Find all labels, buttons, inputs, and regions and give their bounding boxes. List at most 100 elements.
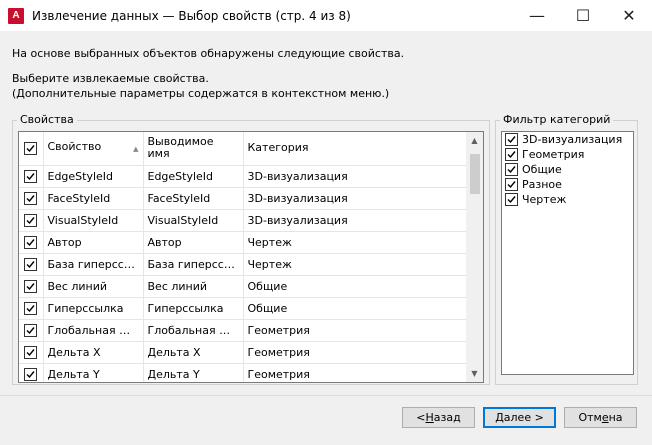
info-context-menu: (Дополнительные параметры содержатся в к… — [12, 87, 390, 100]
filter-item[interactable]: Чертеж — [502, 192, 633, 207]
row-checkbox-cell[interactable] — [19, 275, 44, 298]
next-button[interactable]: Далее > — [483, 407, 556, 428]
properties-scrollbar[interactable]: ▲ ▼ — [466, 132, 483, 382]
table-row[interactable]: Глобальная шир...Глобальная шир...Геомет… — [19, 319, 468, 342]
row-checkbox-cell[interactable] — [19, 319, 44, 342]
filter-checkbox[interactable] — [505, 163, 518, 176]
column-header-category[interactable]: Категория — [243, 132, 468, 166]
title-bar: A Извлечение данных — Выбор свойств (стр… — [0, 0, 652, 31]
table-row[interactable]: Дельта Y Дельта Y Геометрия — [19, 363, 468, 382]
filter-item-label: Общие — [522, 163, 562, 176]
row-checkbox-cell[interactable] — [19, 297, 44, 320]
back-button[interactable]: < Назад — [402, 407, 475, 428]
cell-property: FaceStyleId — [43, 187, 144, 210]
row-checkbox-cell[interactable] — [19, 341, 44, 364]
row-checkbox[interactable] — [24, 279, 38, 293]
table-row[interactable]: Гиперссылка Гиперссылка Общие — [19, 297, 468, 320]
cell-category: Чертеж — [243, 231, 468, 254]
cell-display-name[interactable]: Вес линий — [143, 275, 244, 298]
header-check-all[interactable] — [19, 132, 44, 166]
row-checkbox-cell[interactable] — [19, 253, 44, 276]
cell-category: Геометрия — [243, 319, 468, 342]
row-checkbox-cell[interactable] — [19, 187, 44, 210]
close-button[interactable]: ✕ — [606, 0, 652, 31]
filter-item-label: 3D-визуализация — [522, 133, 623, 146]
filter-item[interactable]: Разное — [502, 177, 633, 192]
cell-display-name[interactable]: Дельта Y — [143, 363, 244, 382]
table-row[interactable]: Дельта X Дельта X Геометрия — [19, 341, 468, 364]
table-row[interactable]: Вес линий Вес линий Общие — [19, 275, 468, 298]
row-checkbox[interactable] — [24, 257, 38, 271]
sort-ascending-icon: ▲ — [133, 145, 139, 154]
row-checkbox[interactable] — [24, 191, 38, 205]
row-checkbox[interactable] — [24, 323, 38, 337]
row-checkbox-cell[interactable] — [19, 209, 44, 232]
cell-property: Вес линий — [43, 275, 144, 298]
row-checkbox[interactable] — [24, 345, 38, 359]
autocad-app-icon: A — [8, 7, 24, 24]
row-checkbox-cell[interactable] — [19, 363, 44, 382]
table-row[interactable]: Автор Автор Чертеж — [19, 231, 468, 254]
scroll-thumb[interactable] — [470, 154, 480, 194]
properties-table[interactable]: Свойство ▲ Выводимое имя Категория EdgeSty… — [18, 131, 484, 383]
cell-property: База гиперссыл... — [43, 253, 144, 276]
table-row[interactable]: FaceStyleId FaceStyleId 3D-визуализация — [19, 187, 468, 210]
row-checkbox[interactable] — [24, 235, 38, 249]
filter-checkbox[interactable] — [505, 178, 518, 191]
table-row[interactable]: EdgeStyleId EdgeStyleId 3D-визуализация — [19, 165, 468, 188]
table-header-row: Свойство ▲ Выводимое имя Категория — [19, 132, 468, 166]
cell-property: Дельта Y — [43, 363, 144, 382]
cell-display-name[interactable]: Автор — [143, 231, 244, 254]
cell-property: VisualStyleId — [43, 209, 144, 232]
filter-item-label: Разное — [522, 178, 562, 191]
cell-display-name[interactable]: EdgeStyleId — [143, 165, 244, 188]
cell-display-name[interactable]: Дельта X — [143, 341, 244, 364]
cell-property: Гиперссылка — [43, 297, 144, 320]
scroll-down-icon[interactable]: ▼ — [466, 365, 483, 382]
filter-checkbox[interactable] — [505, 148, 518, 161]
close-icon: ✕ — [622, 6, 636, 25]
cell-property: Глобальная шир... — [43, 319, 144, 342]
cell-category: Геометрия — [243, 363, 468, 382]
column-header-property[interactable]: Свойство ▲ — [43, 132, 144, 166]
row-checkbox[interactable] — [24, 213, 38, 227]
minimize-button[interactable]: — — [514, 0, 560, 31]
filter-checkbox[interactable] — [505, 193, 518, 206]
category-filter-group: Фильтр категорий 3D-визуализация Геометри… — [495, 113, 638, 385]
row-checkbox[interactable] — [24, 169, 38, 183]
cell-category: 3D-визуализация — [243, 187, 468, 210]
table-row[interactable]: VisualStyleId VisualStyleId 3D-визуализаци… — [19, 209, 468, 232]
row-checkbox-cell[interactable] — [19, 165, 44, 188]
cell-display-name[interactable]: Глобальная шир... — [143, 319, 244, 342]
check-all-checkbox[interactable] — [24, 141, 38, 155]
cell-display-name[interactable]: FaceStyleId — [143, 187, 244, 210]
cell-category: Общие — [243, 297, 468, 320]
cell-display-name[interactable]: База гиперссыл... — [143, 253, 244, 276]
cancel-button[interactable]: Отм е на — [564, 407, 637, 428]
row-checkbox[interactable] — [24, 301, 38, 315]
column-header-display-name[interactable]: Выводимое имя — [143, 132, 244, 166]
filter-item-label: Чертеж — [522, 193, 567, 206]
filter-item[interactable]: Общие — [502, 162, 633, 177]
scroll-up-icon[interactable]: ▲ — [466, 132, 483, 149]
cell-display-name[interactable]: Гиперссылка — [143, 297, 244, 320]
category-filter-list: 3D-визуализация Геометрия Общие Разное Черте… — [501, 131, 634, 375]
maximize-button[interactable]: ☐ — [560, 0, 606, 31]
window-title: Извлечение данных — Выбор свойств (стр. … — [32, 8, 351, 23]
filter-item[interactable]: Геометрия — [502, 147, 633, 162]
cell-category: Чертеж — [243, 253, 468, 276]
cell-property: Автор — [43, 231, 144, 254]
row-checkbox-cell[interactable] — [19, 231, 44, 254]
row-checkbox[interactable] — [24, 367, 38, 381]
maximize-icon: ☐ — [575, 6, 591, 25]
cell-display-name[interactable]: VisualStyleId — [143, 209, 244, 232]
properties-group-label: Свойства — [17, 113, 77, 126]
filter-checkbox[interactable] — [505, 133, 518, 146]
info-select-properties: Выберите извлекаемые свойства. — [12, 72, 209, 85]
filter-item[interactable]: 3D-визуализация — [502, 132, 633, 147]
cell-category: 3D-визуализация — [243, 165, 468, 188]
table-row[interactable]: База гиперссыл... База гиперссыл... Чертеж — [19, 253, 468, 276]
cell-property: Дельта X — [43, 341, 144, 364]
cell-category: 3D-визуализация — [243, 209, 468, 232]
filter-item-label: Геометрия — [522, 148, 585, 161]
